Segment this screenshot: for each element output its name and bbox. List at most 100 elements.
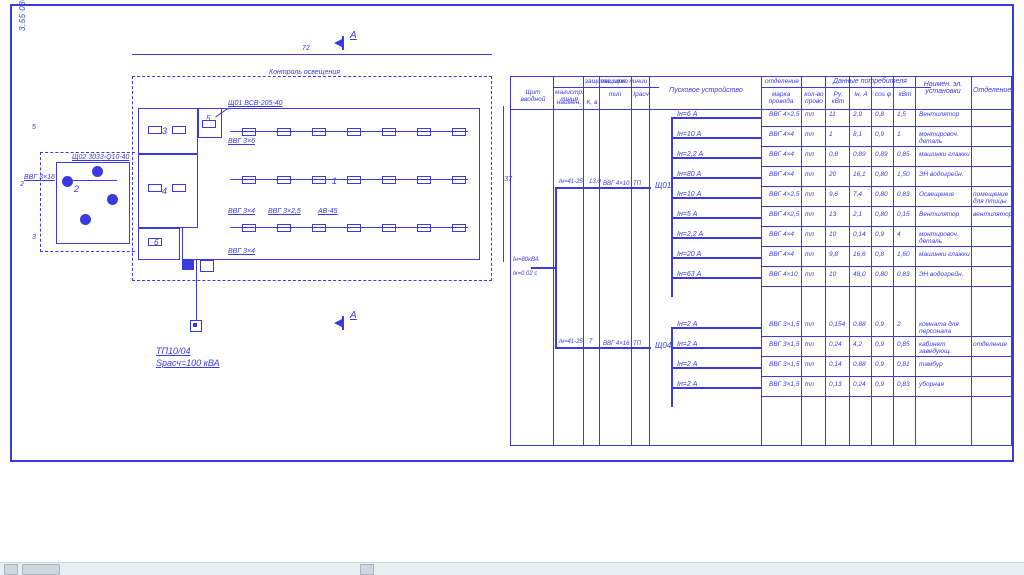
dim-left-upper: 5	[32, 124, 36, 131]
hline	[761, 87, 931, 88]
hdr-starter: Пусковое устройство	[653, 87, 759, 94]
cell-cable: ВВГ 4×2,5	[769, 111, 801, 118]
cell-kw: 0,15	[897, 211, 917, 218]
vline	[761, 77, 762, 445]
dim-right	[503, 106, 504, 262]
plan-caption: Контроль освещения	[267, 69, 342, 76]
cell-p: 0,24	[853, 381, 875, 388]
cell-k: тп	[805, 151, 825, 158]
cell-i: Iн=80 А	[677, 171, 747, 178]
cell-cos: 0,80	[875, 271, 895, 278]
dim-left-mid: 2	[20, 181, 24, 188]
cable-b2: ВВГ 3×4	[228, 248, 255, 255]
cell-cos: 0,9	[875, 341, 895, 348]
cell-cos: 0,9	[875, 361, 895, 368]
fixture	[148, 184, 162, 192]
cell-kw: 0,81	[897, 361, 917, 368]
sub: К, а	[585, 99, 599, 106]
cell-k: тп	[805, 211, 825, 218]
cell-cos: 0,89	[875, 151, 895, 158]
cell-p: 8,1	[853, 131, 875, 138]
dim-top-value: 72	[302, 45, 310, 52]
cell-kw: 4	[897, 231, 917, 238]
cell-cable: ВВГ 3×1,5	[769, 381, 801, 388]
cell-p: 2,9	[853, 111, 875, 118]
fixture	[347, 224, 361, 232]
fixture	[242, 128, 256, 136]
sub: Iн, А	[851, 91, 871, 98]
hdr-consumer: Данные потребителя	[827, 78, 913, 85]
row-hline	[761, 246, 1011, 247]
sub: марка провода	[763, 91, 799, 105]
cell-k: тп	[805, 191, 825, 198]
drawing-id: 3.55 030300	[18, 0, 27, 31]
cell-cable: ВВГ 4×4	[769, 251, 801, 258]
cell-cos: 0,8	[875, 111, 895, 118]
vline	[971, 77, 972, 445]
callout-panel-a: Щ01 ВСВ-205-40	[228, 100, 283, 107]
cell-i: Iн=2 А	[677, 361, 747, 368]
cell-cable: ВВГ 3×1,5	[769, 341, 801, 348]
vline	[599, 77, 600, 445]
scroll-right-button[interactable]	[360, 564, 374, 575]
fixture	[347, 128, 361, 136]
room-3-box	[138, 108, 198, 154]
cell-k: тп	[805, 271, 825, 278]
cell-loc: ЭН водогрейн.	[919, 271, 971, 278]
cell-loc: монтировоч. деталь	[919, 231, 971, 245]
cell-i: Iн=2,2 А	[677, 231, 747, 238]
cell-p: 4,2	[853, 341, 875, 348]
cell-n: 9,8	[829, 251, 851, 258]
cell-k: тп	[805, 111, 825, 118]
sub: наимен.	[555, 99, 583, 106]
cell-loc: уборная	[919, 381, 971, 388]
cell-cos: 0,9	[875, 231, 895, 238]
cell-cable: ВВГ 3×1,5	[769, 321, 801, 328]
cell-loc: Освещение	[919, 191, 971, 198]
cable-a: ВВГ 3×6	[228, 138, 255, 145]
cell-cable: ВВГ 4×4	[769, 231, 801, 238]
feed2t: ТП	[633, 341, 641, 347]
wire	[555, 347, 651, 349]
cell-p: 0,89	[853, 151, 875, 158]
cell-cable: ВВГ 4×2,5	[769, 191, 801, 198]
cell-room: отделение	[973, 341, 1009, 348]
lamp	[80, 214, 91, 225]
fixture	[452, 224, 466, 232]
wire	[531, 267, 555, 269]
cable-b: ВВГ 3×4	[228, 208, 255, 215]
room-2: 2	[74, 184, 79, 194]
fixture	[417, 224, 431, 232]
horizontal-scrollbar[interactable]	[0, 562, 1024, 575]
row-hline	[761, 286, 1011, 287]
floor-plan: 72 37 5 2 3 Контроль освещения 1 3 5 4 6…	[52, 76, 492, 376]
vline	[649, 77, 650, 445]
feed1tg: Щ01	[655, 181, 671, 190]
cell-loc: машинки глажки	[919, 251, 971, 258]
room-3: 3	[162, 126, 167, 136]
cell-n: 9,6	[829, 191, 851, 198]
cell-loc: Вентилятор	[919, 211, 971, 218]
panel-box	[182, 260, 194, 270]
cell-k: тп	[805, 361, 825, 368]
scroll-thumb[interactable]	[22, 564, 60, 575]
cell-n: 0,154	[829, 321, 851, 328]
cell-loc: машинки глажки	[919, 151, 971, 158]
cell-p: 16,1	[853, 171, 875, 178]
row-hline	[761, 166, 1011, 167]
dim-left-lower: 3	[32, 234, 36, 241]
fixture	[277, 128, 291, 136]
cell-n: 10	[829, 231, 851, 238]
scroll-left-button[interactable]	[4, 564, 18, 575]
fixture	[382, 224, 396, 232]
cell-kw: 0,85	[897, 341, 917, 348]
cell-p: 7,4	[853, 191, 875, 198]
section-mark-top: A	[334, 36, 344, 50]
fixture	[312, 128, 326, 136]
section-letter: A	[350, 30, 357, 41]
row-hline	[761, 226, 1011, 227]
cell-i: Iн=20 А	[677, 251, 747, 258]
room-4: 4	[162, 186, 167, 196]
fixture	[277, 224, 291, 232]
row-hline	[761, 266, 1011, 267]
